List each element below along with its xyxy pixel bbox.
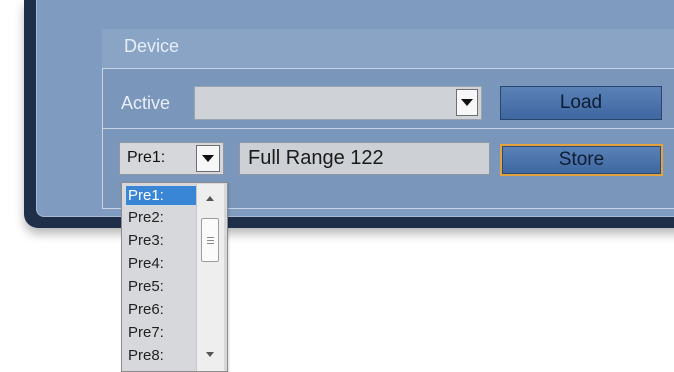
- preset-dropdown-button[interactable]: [196, 145, 220, 172]
- preset-select-value: Pre1:: [127, 149, 166, 166]
- load-button[interactable]: Load: [500, 86, 662, 120]
- scroll-down-arrow-icon[interactable]: [206, 352, 214, 357]
- grip-icon: [206, 236, 214, 244]
- scroll-thumb[interactable]: [201, 218, 219, 262]
- row-divider: [102, 128, 674, 129]
- preset-option-pre8[interactable]: Pre8:: [126, 346, 196, 365]
- store-button[interactable]: Store: [500, 144, 663, 176]
- preset-name-field[interactable]: Full Range 122: [239, 142, 490, 175]
- preset-option-pre4[interactable]: Pre4:: [126, 254, 196, 273]
- chevron-down-icon: [461, 99, 473, 106]
- scroll-up-arrow-icon[interactable]: [206, 196, 214, 201]
- preset-option-pre1[interactable]: Pre1:: [126, 186, 196, 205]
- preset-option-pre2[interactable]: Pre2:: [126, 208, 196, 227]
- active-device-dropdown-button[interactable]: [456, 89, 478, 116]
- device-group-title: Device: [124, 36, 180, 56]
- chevron-down-icon: [202, 155, 214, 162]
- device-group-header: [102, 29, 674, 69]
- preset-option-pre3[interactable]: Pre3:: [126, 231, 196, 250]
- preset-option-pre7[interactable]: Pre7:: [126, 323, 196, 342]
- preset-option-pre5[interactable]: Pre5:: [126, 277, 196, 296]
- dropdown-scrollbar[interactable]: [196, 184, 224, 371]
- preset-option-pre6[interactable]: Pre6:: [126, 300, 196, 319]
- active-device-select[interactable]: [194, 86, 482, 120]
- active-label: Active: [121, 93, 171, 113]
